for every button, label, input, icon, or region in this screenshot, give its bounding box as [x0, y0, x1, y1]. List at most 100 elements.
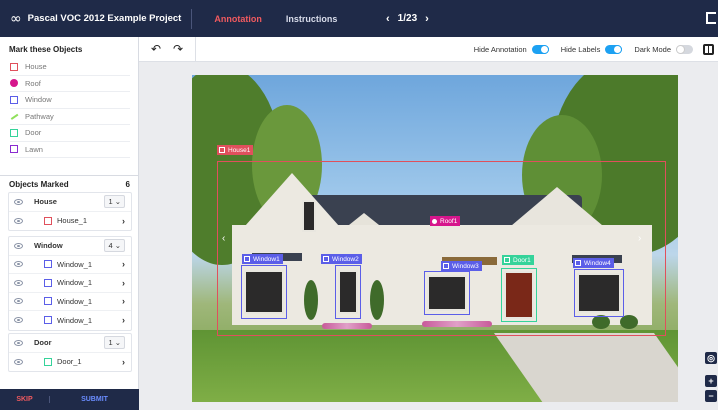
marked-item-label: Window_1: [57, 259, 93, 269]
group-count-dropdown[interactable]: 1 ⌄: [104, 195, 125, 209]
object-class-roof[interactable]: Roof: [10, 76, 130, 92]
marked-item[interactable]: Window_1 ›: [9, 293, 131, 311]
hide-annotation-toggle[interactable]: Hide Annotation: [474, 45, 549, 54]
group-header[interactable]: House 1 ⌄: [9, 193, 131, 212]
group-count: 1: [108, 338, 113, 348]
chevron-right-icon[interactable]: ›: [122, 278, 125, 288]
chevron-right-icon[interactable]: ›: [122, 315, 125, 325]
chevron-right-icon[interactable]: ›: [122, 296, 125, 306]
window1-tag[interactable]: Window1: [242, 254, 283, 264]
group-header[interactable]: Door 1 ⌄: [9, 334, 131, 353]
eye-icon[interactable]: [14, 261, 23, 268]
object-class-label: Lawn: [25, 144, 43, 154]
chevron-right-icon[interactable]: ›: [122, 357, 125, 367]
object-class-door[interactable]: Door: [10, 125, 130, 142]
annotation-canvas[interactable]: House1 Roof1 Window1 Window2 Window3 Doo…: [139, 62, 718, 410]
group-count-dropdown[interactable]: 1 ⌄: [104, 336, 125, 350]
door1-bbox[interactable]: [501, 268, 537, 322]
house-tag[interactable]: House1: [217, 145, 254, 155]
chevron-right-icon[interactable]: ›: [122, 259, 125, 269]
hide-labels-toggle[interactable]: Hide Labels: [561, 45, 623, 54]
group-count: 4: [108, 241, 113, 251]
tab-instructions[interactable]: Instructions: [274, 0, 350, 37]
tab-annotation[interactable]: Annotation: [202, 0, 274, 37]
marked-item[interactable]: House_1 ›: [9, 212, 131, 231]
house-photo[interactable]: House1 Roof1 Window1 Window2 Window3 Doo…: [192, 75, 678, 402]
dark-mode-label: Dark Mode: [634, 45, 671, 54]
group-count-dropdown[interactable]: 4 ⌄: [104, 239, 125, 253]
bounding-box-icon: [10, 95, 18, 104]
app-logo: ∞ Pascal VOC 2012 Example Project: [0, 0, 181, 37]
objects-marked-header: Objects Marked 6: [0, 175, 138, 193]
window4-bbox[interactable]: [574, 269, 624, 317]
next-image-button[interactable]: ›: [425, 13, 429, 25]
window2-bbox[interactable]: [335, 265, 361, 319]
eye-icon[interactable]: [14, 198, 23, 205]
marked-item-label: Door_1: [57, 357, 82, 367]
polyline-icon: [9, 112, 19, 121]
object-class-pathway[interactable]: Pathway: [9, 109, 130, 125]
infinity-logo-icon: ∞: [10, 10, 22, 27]
marked-item[interactable]: Door_1 ›: [9, 353, 131, 372]
eye-icon[interactable]: [14, 217, 23, 224]
window1-bbox[interactable]: [241, 265, 287, 319]
sidebar-footer: SKIP SUBMIT: [0, 389, 139, 410]
bounding-box-icon: [44, 216, 52, 225]
undo-icon[interactable]: ↶: [145, 42, 167, 56]
group-header[interactable]: Window 4 ⌄: [9, 237, 131, 256]
group-name: House: [34, 197, 57, 207]
objects-marked-count: 6: [125, 180, 130, 189]
image-pager: ‹ 1/23 ›: [386, 0, 429, 37]
bounding-box-icon: [10, 62, 18, 71]
zoom-in-button[interactable]: +: [705, 375, 717, 387]
hide-annotation-switch[interactable]: [531, 45, 549, 54]
toolbar: ↶ ↷ Hide Annotation Hide Labels Dark Mod…: [139, 37, 718, 62]
eye-icon[interactable]: [14, 279, 23, 286]
dark-mode-switch[interactable]: [676, 45, 693, 54]
dark-mode-toggle[interactable]: Dark Mode: [634, 45, 693, 54]
object-class-list: House Roof Window Pathway Door Lawn: [0, 59, 138, 158]
marked-item[interactable]: Window_1 ›: [9, 311, 131, 330]
panel-layout-icon[interactable]: [703, 44, 714, 55]
roof-tag[interactable]: Roof1: [430, 216, 461, 226]
prev-image-button[interactable]: ‹: [386, 13, 390, 25]
zoom-out-button[interactable]: −: [705, 390, 717, 402]
marked-item[interactable]: Window_1 ›: [9, 274, 131, 293]
eye-icon[interactable]: [14, 317, 23, 324]
window3-tag[interactable]: Window3: [441, 261, 482, 271]
door1-tag[interactable]: Door1: [502, 255, 534, 265]
eye-icon[interactable]: [14, 242, 23, 249]
skip-button[interactable]: SKIP: [0, 396, 50, 403]
image-next-arrow-icon[interactable]: ›: [638, 233, 641, 244]
expand-icon[interactable]: [706, 12, 716, 24]
marked-item[interactable]: Window_1 ›: [9, 256, 131, 274]
redo-icon[interactable]: ↷: [167, 42, 189, 56]
marked-group-house: House 1 ⌄ House_1 ›: [8, 192, 132, 231]
bounding-box-icon: [44, 357, 52, 366]
recenter-icon[interactable]: ◎: [705, 352, 717, 364]
marked-group-door: Door 1 ⌄ Door_1 ›: [8, 333, 132, 372]
window3-bbox[interactable]: [424, 271, 470, 315]
object-class-lawn[interactable]: Lawn: [10, 142, 130, 158]
eye-icon[interactable]: [14, 339, 23, 346]
divider: [191, 8, 193, 29]
object-class-label: Door: [25, 128, 42, 138]
image-prev-arrow-icon[interactable]: ‹: [222, 233, 225, 244]
bounding-box-icon: [10, 145, 18, 154]
window4-tag[interactable]: Window4: [573, 258, 614, 268]
top-bar: ∞ Pascal VOC 2012 Example Project Annota…: [0, 0, 718, 37]
toolbar-divider: [195, 37, 196, 62]
eye-icon[interactable]: [14, 298, 23, 305]
eye-icon[interactable]: [14, 358, 23, 365]
submit-button[interactable]: SUBMIT: [50, 396, 139, 403]
page-counter: 1/23: [397, 13, 418, 24]
hide-labels-switch[interactable]: [605, 45, 623, 54]
bounding-box-icon: [44, 316, 52, 325]
chevron-right-icon[interactable]: ›: [122, 216, 125, 226]
bounding-box-icon: [10, 128, 18, 137]
object-class-window[interactable]: Window: [10, 92, 130, 109]
window2-tag[interactable]: Window2: [321, 254, 362, 264]
object-class-house[interactable]: House: [10, 59, 130, 76]
bounding-box-icon: [44, 260, 52, 269]
object-class-label: Pathway: [25, 111, 54, 121]
